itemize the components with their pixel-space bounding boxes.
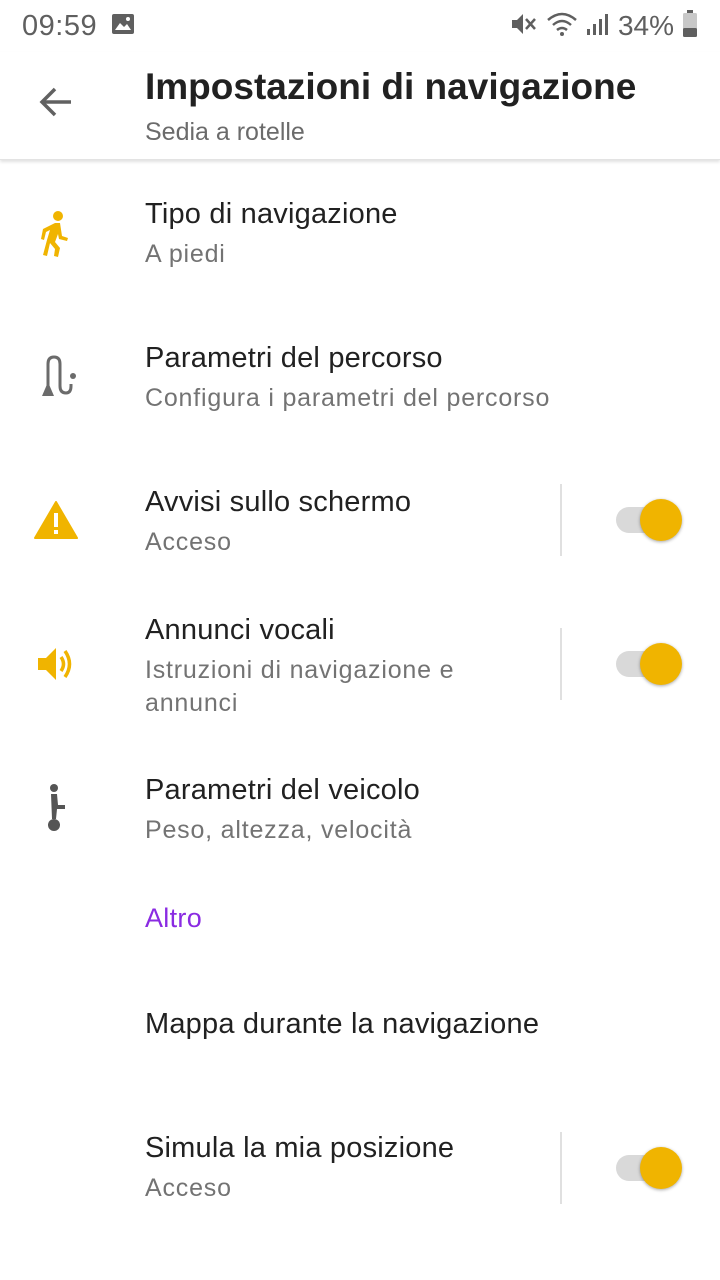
- setting-title: Parametri del veicolo: [145, 774, 420, 806]
- divider: [560, 1132, 562, 1204]
- toggle-thumb: [640, 643, 682, 685]
- setting-title: Mappa durante la navigazione: [145, 1008, 540, 1040]
- setting-simulate-position[interactable]: Simula la mia posizione Acceso: [0, 1106, 720, 1236]
- voice-announcements-toggle[interactable]: [614, 642, 684, 686]
- signal-icon: [586, 11, 610, 42]
- toolbar: Impostazioni di navigazione Sedia a rote…: [0, 52, 720, 160]
- vehicle-icon: [30, 782, 82, 834]
- toggle-thumb: [640, 1147, 682, 1189]
- setting-vehicle-parameters[interactable]: Parametri del veicolo Peso, altezza, vel…: [0, 760, 720, 880]
- setting-map-during-navigation[interactable]: Mappa durante la navigazione: [0, 970, 720, 1080]
- toggle-thumb: [640, 499, 682, 541]
- setting-navigation-type[interactable]: Tipo di navigazione A piedi: [0, 170, 720, 300]
- battery-percent: 34%: [617, 10, 674, 41]
- section-header-other: Altro: [145, 903, 203, 933]
- setting-title: Avvisi sullo schermo: [145, 486, 412, 518]
- setting-title: Tipo di navigazione: [145, 198, 398, 230]
- speaker-icon: [30, 638, 82, 690]
- screen-alerts-toggle[interactable]: [614, 498, 684, 542]
- setting-subtitle: Istruzioni di navigazione e annunci: [145, 656, 455, 717]
- mute-icon: [510, 11, 538, 42]
- status-bar: 09:59 34%: [0, 0, 720, 52]
- battery-icon: [682, 9, 698, 43]
- setting-screen-alerts[interactable]: Avvisi sullo schermo Acceso: [0, 458, 720, 588]
- setting-subtitle: Peso, altezza, velocità: [145, 816, 413, 844]
- setting-title: Annunci vocali: [145, 614, 335, 646]
- setting-title: Simula la mia posizione: [145, 1132, 455, 1164]
- simulate-position-toggle[interactable]: [614, 1146, 684, 1190]
- back-button[interactable]: [28, 76, 84, 132]
- setting-subtitle: A piedi: [145, 240, 226, 268]
- warning-icon: [30, 494, 82, 546]
- setting-title: Parametri del percorso: [145, 342, 443, 374]
- image-icon: [111, 13, 135, 40]
- setting-route-parameters[interactable]: Parametri del percorso Configura i param…: [0, 314, 720, 444]
- setting-subtitle: Acceso: [145, 528, 232, 556]
- setting-voice-announcements[interactable]: Annunci vocali Istruzioni di navigazione…: [0, 602, 720, 752]
- arrow-back-icon: [38, 84, 74, 125]
- page-title: Impostazioni di navigazione: [145, 66, 637, 107]
- setting-subtitle: Configura i parametri del percorso: [145, 384, 551, 412]
- setting-subtitle: Acceso: [145, 1174, 232, 1202]
- status-right: 34%: [510, 9, 698, 43]
- wifi-icon: [546, 11, 578, 42]
- walking-icon: [30, 208, 82, 260]
- divider: [560, 484, 562, 556]
- divider: [560, 628, 562, 700]
- page-subtitle: Sedia a rotelle: [145, 118, 305, 146]
- status-time: 09:59: [22, 9, 98, 42]
- route-icon: [30, 350, 82, 402]
- status-left: 09:59: [22, 10, 135, 43]
